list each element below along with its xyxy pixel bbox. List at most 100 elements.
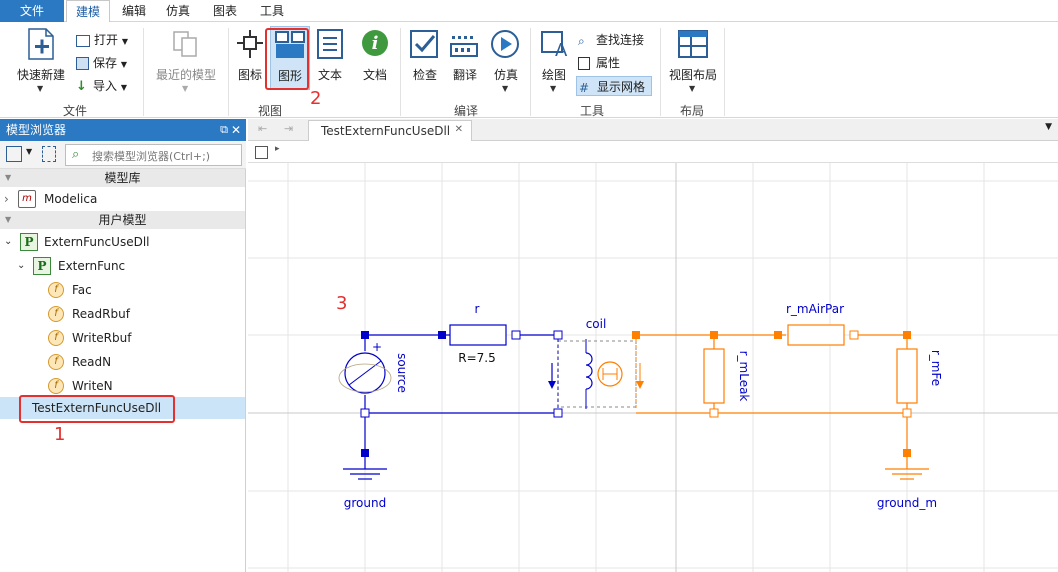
text-view-button[interactable]: 文本 — [313, 26, 347, 82]
ground-symbol[interactable] — [343, 449, 387, 480]
icon-view-button[interactable]: 图标 — [232, 26, 268, 82]
find-connection-button[interactable]: ⌕ 查找连接 — [578, 30, 658, 50]
annotation-2: 2 — [310, 88, 322, 109]
chevron-down-icon: ⌄ — [17, 260, 26, 271]
check-icon — [410, 30, 438, 58]
float-icon[interactable]: ⧉ — [220, 119, 228, 141]
source-plus-sign: + — [372, 340, 382, 354]
tree-label: Fac — [72, 283, 92, 297]
grid-icon: # — [579, 80, 590, 95]
save-button[interactable]: 保存 ▼ — [76, 53, 138, 73]
tree-item-package[interactable]: ⌄ P ExternFunc — [0, 255, 245, 277]
quick-new-button[interactable]: 快速新建 ▼ — [10, 26, 72, 96]
function-icon: f — [48, 330, 64, 346]
translate-icon — [450, 36, 478, 57]
text-view-label: 文本 — [317, 68, 342, 82]
tree-item-function[interactable]: f ReadN — [0, 351, 245, 373]
menu-modeling[interactable]: 建模 — [66, 0, 110, 23]
menu-tools[interactable]: 工具 — [254, 0, 290, 22]
menu-file[interactable]: 文件 — [0, 0, 64, 22]
menu-edit[interactable]: 编辑 — [116, 0, 152, 22]
close-icon[interactable]: ✕ — [455, 124, 463, 135]
ground-label: ground — [344, 496, 386, 510]
collapse-icon: ▼ — [5, 173, 12, 182]
user-section-header[interactable]: ▼ 用户模型 — [0, 211, 245, 229]
magnetic-ground-label: ground_m — [877, 496, 937, 510]
view-layout-icon — [678, 30, 708, 58]
import-label: 导入 — [93, 79, 118, 93]
simulate-button[interactable]: 仿真 ▼ — [487, 26, 525, 96]
coil-label: coil — [586, 317, 607, 331]
chevron-down-icon: ▼ — [120, 60, 127, 69]
recent-models-label: 最近的模型 — [155, 68, 216, 82]
magnetic-ground-symbol[interactable] — [885, 449, 929, 480]
collapse-all-icon[interactable] — [42, 146, 56, 162]
properties-icon — [578, 57, 590, 70]
separator — [228, 28, 229, 116]
chevron-down-icon[interactable]: ▼ — [1045, 122, 1052, 132]
open-button[interactable]: 打开 ▼ — [76, 30, 138, 50]
tree-item-root-package[interactable]: ⌄ P ExternFuncUseDll — [0, 231, 245, 253]
tree-item-function[interactable]: f WriteN — [0, 375, 245, 397]
draw-button[interactable]: A 绘图 ▼ — [536, 26, 572, 96]
separator — [143, 28, 144, 116]
view-layout-button[interactable]: 视图布局 ▼ — [666, 26, 720, 96]
icon-view-icon — [237, 30, 263, 58]
tree-label: WriteRbuf — [72, 331, 132, 345]
new-file-icon — [28, 28, 54, 60]
tree-item-function[interactable]: f ReadRbuf — [0, 303, 245, 325]
library-section-header[interactable]: ▼ 模型库 — [0, 169, 245, 187]
tree-view-icon[interactable] — [6, 146, 22, 162]
forward-icon[interactable]: ⇥ — [284, 122, 293, 135]
text-view-icon — [317, 29, 343, 59]
save-icon — [76, 57, 89, 70]
tree-label: ExternFuncUseDll — [44, 235, 150, 249]
show-grid-label: 显示网格 — [597, 80, 646, 94]
separator — [400, 28, 401, 116]
tree-label: WriteN — [72, 379, 113, 393]
show-grid-toggle[interactable]: # 显示网格 — [576, 76, 652, 96]
info-icon: i — [362, 30, 388, 56]
chevron-down-icon[interactable]: ▼ — [26, 147, 32, 156]
resistor-r-label: r — [475, 302, 480, 316]
doc-view-button[interactable]: i 文档 — [357, 26, 393, 82]
model-browser-panel: 模型浏览器 ⧉ ✕ ▼ ⌕ 搜索模型浏览器(Ctrl+;) ▼ 模型库 › m … — [0, 119, 246, 572]
editor-sub-toolbar: ▸ — [248, 141, 1058, 163]
recent-models-button[interactable]: 最近的模型 ▼ — [150, 26, 222, 96]
chevron-right-icon[interactable]: ▸ — [275, 144, 280, 154]
annotation-box-2 — [265, 28, 309, 90]
function-icon: f — [48, 306, 64, 322]
chevron-down-icon: ▼ — [37, 84, 44, 93]
back-icon[interactable]: ⇤ — [258, 122, 267, 135]
tree-label: Modelica — [44, 192, 98, 206]
svg-text:A: A — [555, 40, 568, 60]
tree-label: ExternFunc — [58, 259, 126, 273]
select-checkbox[interactable] — [255, 146, 268, 159]
menu-simulate[interactable]: 仿真 — [160, 0, 196, 22]
translate-label: 翻译 — [452, 68, 477, 82]
search-input[interactable]: ⌕ 搜索模型浏览器(Ctrl+;) — [65, 144, 242, 166]
tree-item-modelica[interactable]: › m Modelica — [0, 188, 245, 210]
modelica-icon: m — [18, 190, 36, 208]
view-layout-label: 视图布局 — [668, 68, 717, 82]
search-icon: ⌕ — [72, 147, 80, 162]
tree-item-function[interactable]: f Fac — [0, 279, 245, 301]
model-browser-title-bar: 模型浏览器 ⧉ ✕ — [0, 119, 246, 141]
function-icon: f — [48, 282, 64, 298]
tree-label: ReadRbuf — [72, 307, 130, 321]
translate-button[interactable]: 翻译 — [446, 26, 484, 82]
diagram-canvas[interactable]: r R=7.5 + source ground coil r_mAirPar r… — [248, 163, 1058, 572]
chevron-down-icon: ▼ — [120, 83, 127, 92]
close-icon[interactable]: ✕ — [231, 119, 241, 141]
check-button[interactable]: 检查 — [406, 26, 444, 82]
tab-test-extern-func[interactable]: TestExternFuncUseDll ✕ — [308, 120, 472, 141]
properties-button[interactable]: 属性 — [578, 53, 658, 73]
save-label: 保存 — [93, 56, 118, 70]
package-icon: P — [20, 233, 38, 251]
user-section-label: 用户模型 — [98, 213, 147, 227]
menu-chart[interactable]: 图表 — [207, 0, 243, 22]
tree-item-function[interactable]: f WriteRbuf — [0, 327, 245, 349]
import-button[interactable]: ↓ 导入 ▼ — [76, 76, 138, 96]
magnetic-wires — [636, 334, 908, 453]
file-group-label: 文件 — [62, 104, 87, 118]
